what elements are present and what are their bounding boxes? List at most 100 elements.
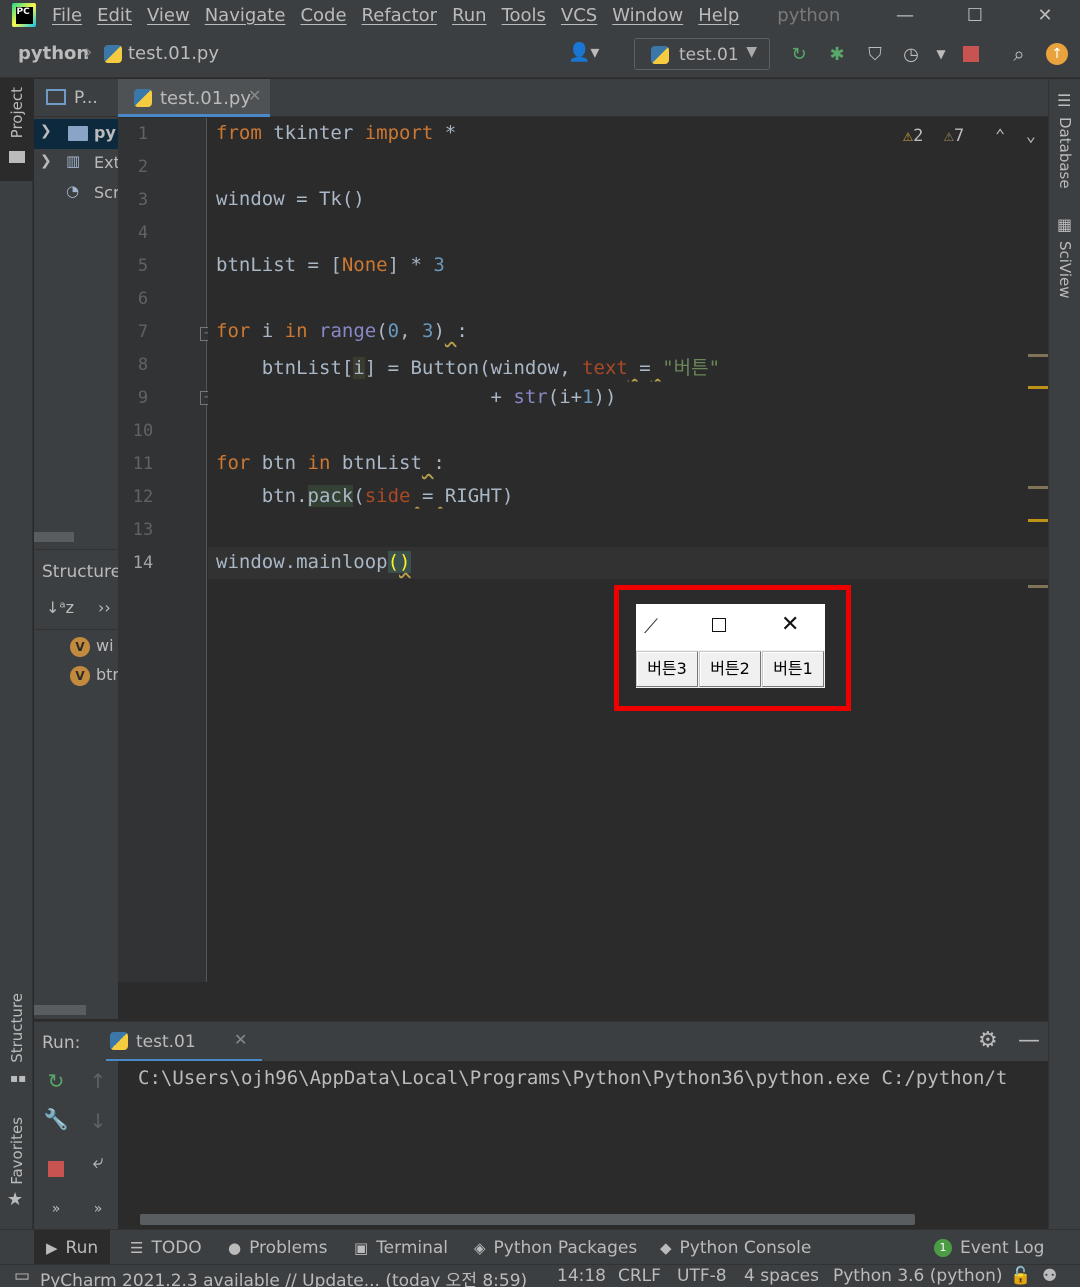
favorites-tool-tab[interactable]: Favorites ★ [0,1109,33,1219]
tool-tab-python-console[interactable]: ◆ Python Console [660,1230,811,1265]
tree-item-scratches[interactable]: ◔ Scr [34,179,118,209]
menu-view[interactable]: View [147,5,190,26]
wrench-icon[interactable]: 🔧 [42,1107,70,1135]
tool-tab-event-log[interactable]: 1 Event Log [934,1230,1044,1265]
run-toolbar: ↻ ↑ 🔧 ↓ ⤶ » » [34,1061,118,1229]
tool-tab-todo[interactable]: ☰ TODO [130,1230,202,1265]
line-number-gutter: 1 2 3 4 5 6 7 8 9 10 11 12 13 14 − − [118,118,214,982]
breadcrumb-file[interactable]: test.01.py [128,43,219,64]
structure-horizontal-scrollbar[interactable] [34,1005,86,1015]
more-options-chevron-icon[interactable]: ›› [98,598,111,617]
line-number: 9 [137,388,149,408]
gear-icon[interactable]: ⚙ [978,1028,998,1053]
editor-tab-test01[interactable]: test.01.py ✕ [118,79,270,117]
next-highlight-icon[interactable]: ⌄ [1026,126,1036,146]
menu-tools[interactable]: Tools [502,5,546,26]
user-account-icon[interactable]: 👤▾ [568,42,599,63]
update-notification[interactable]: PyCharm 2021.2.3 available // Update... … [40,1266,527,1287]
structure-item-window[interactable]: Vwi [70,636,118,666]
minimize-window-icon[interactable]: — [870,0,940,30]
close-tab-icon[interactable]: ✕ [234,1030,247,1049]
menu-help[interactable]: Help [698,5,739,26]
run-with-coverage-icon[interactable]: ⛉ [864,43,886,65]
lock-icon[interactable]: 🔓 [1010,1266,1031,1286]
soft-wrap-icon[interactable]: ⤶ [84,1149,112,1177]
tree-item-project-root[interactable]: ❯ py [34,119,118,149]
run-configuration-dropdown[interactable]: test.01 ▼ [634,38,770,70]
more-chevron-icon[interactable]: » [42,1201,70,1229]
tool-tab-python-packages[interactable]: ◈ Python Packages [474,1230,637,1265]
tool-tab-terminal[interactable]: ▣ Terminal [354,1230,448,1265]
window-title: python [777,4,841,26]
star-icon: ★ [7,1189,24,1210]
maximize-window-icon[interactable]: ☐ [940,0,1010,30]
inspection-widget[interactable]: ⚠2 ⚠7 ⌃ ⌄ [903,126,1036,146]
structure-item-btnlist[interactable]: Vbtr [70,665,118,695]
hide-panel-icon[interactable]: — [1018,1028,1040,1053]
navigation-bar: python › test.01.py 👤▾ test.01 ▼ ↻ ✱ ⛉ ◷… [0,30,1080,78]
project-tool-tab[interactable]: Project [0,79,33,181]
list-icon: ☰ [130,1238,144,1257]
line-number: 3 [137,190,149,210]
event-count-badge: 1 [934,1238,952,1257]
structure-tool-tab[interactable]: Structure ▪▪ [0,991,33,1091]
menu-file[interactable]: File [52,5,82,26]
line-number: 10 [132,421,154,441]
debug-bug-icon[interactable]: ✱ [826,43,848,65]
indentation[interactable]: 4 spaces [744,1266,819,1286]
previous-highlight-icon[interactable]: ⌃ [995,126,1005,146]
search-icon[interactable]: ⌕ [1008,42,1030,66]
stop-icon[interactable] [42,1157,70,1185]
console-horizontal-scrollbar[interactable] [140,1214,915,1225]
profile-icon[interactable]: ◷ [900,43,922,65]
warning-icon: ⚠ [902,126,914,146]
run-console[interactable]: C:\Users\ojh96\AppData\Local\Programs\Py… [118,1061,1048,1229]
python-console-icon: ◆ [660,1238,672,1257]
menu-vcs[interactable]: VCS [561,5,597,26]
error-stripe-mark[interactable] [1028,386,1048,389]
database-icon: ☰ [1057,91,1072,110]
stop-icon[interactable] [960,43,982,65]
tool-tab-problems[interactable]: ● Problems [228,1230,327,1265]
error-stripe-mark[interactable] [1028,486,1048,489]
rerun-icon[interactable]: ↻ [788,43,810,65]
project-panel: P... ❯ py ❯ ▥ Ext ◔ Scr [34,79,118,549]
file-encoding[interactable]: UTF-8 [677,1266,727,1286]
caret-position[interactable]: 14:18 [557,1266,606,1286]
menu-navigate[interactable]: Navigate [205,5,286,26]
menu-run[interactable]: Run [452,5,487,26]
close-window-icon[interactable]: ✕ [1010,0,1080,30]
up-arrow-icon[interactable]: ↑ [84,1069,112,1097]
project-horizontal-scrollbar[interactable] [34,532,74,542]
tree-item-external-libraries[interactable]: ❯ ▥ Ext [34,149,118,179]
line-number: 13 [132,520,154,540]
update-available-icon[interactable]: ↑ [1046,43,1068,65]
line-separator[interactable]: CRLF [618,1266,661,1286]
more-chevron-icon[interactable]: » [84,1201,112,1229]
run-tab-test01[interactable]: test.01 ✕ [106,1022,262,1062]
breadcrumb-project[interactable]: python [18,43,89,64]
sciview-tool-tab[interactable]: SciView [1056,241,1074,299]
rerun-icon[interactable]: ↻ [42,1069,70,1097]
code-editor[interactable]: from tkinter import * window = Tk() btnL… [208,118,1048,982]
menu-window[interactable]: Window [612,5,683,26]
python-interpreter[interactable]: Python 3.6 (python) [833,1266,1003,1286]
error-stripe-mark[interactable] [1028,354,1048,357]
project-view-selector[interactable]: P... [74,88,98,108]
error-stripe-mark[interactable] [1028,519,1048,522]
structure-panel: Structure ↓ᵃz ›› Vwi Vbtr [34,549,121,1019]
down-arrow-icon[interactable]: ↓ [84,1109,112,1137]
database-tool-tab[interactable]: Database [1056,117,1074,189]
error-stripe-mark[interactable] [1028,585,1048,588]
menu-code[interactable]: Code [300,5,346,26]
weak-warning-icon: ⚠ [943,126,955,146]
more-run-options-chevron-icon[interactable]: ▼ [930,43,952,65]
tool-tab-run[interactable]: ▶ Run [34,1230,111,1265]
code-line-12: btn.pack(side = RIGHT) [216,485,514,507]
close-tab-icon[interactable]: ✕ [248,86,261,105]
menu-edit[interactable]: Edit [97,5,132,26]
sort-alphabetically-icon[interactable]: ↓ᵃz [46,598,74,617]
menu-refactor[interactable]: Refactor [362,5,438,26]
inspector-icon[interactable]: ⚉ [1042,1266,1057,1286]
python-config-icon [651,46,669,64]
